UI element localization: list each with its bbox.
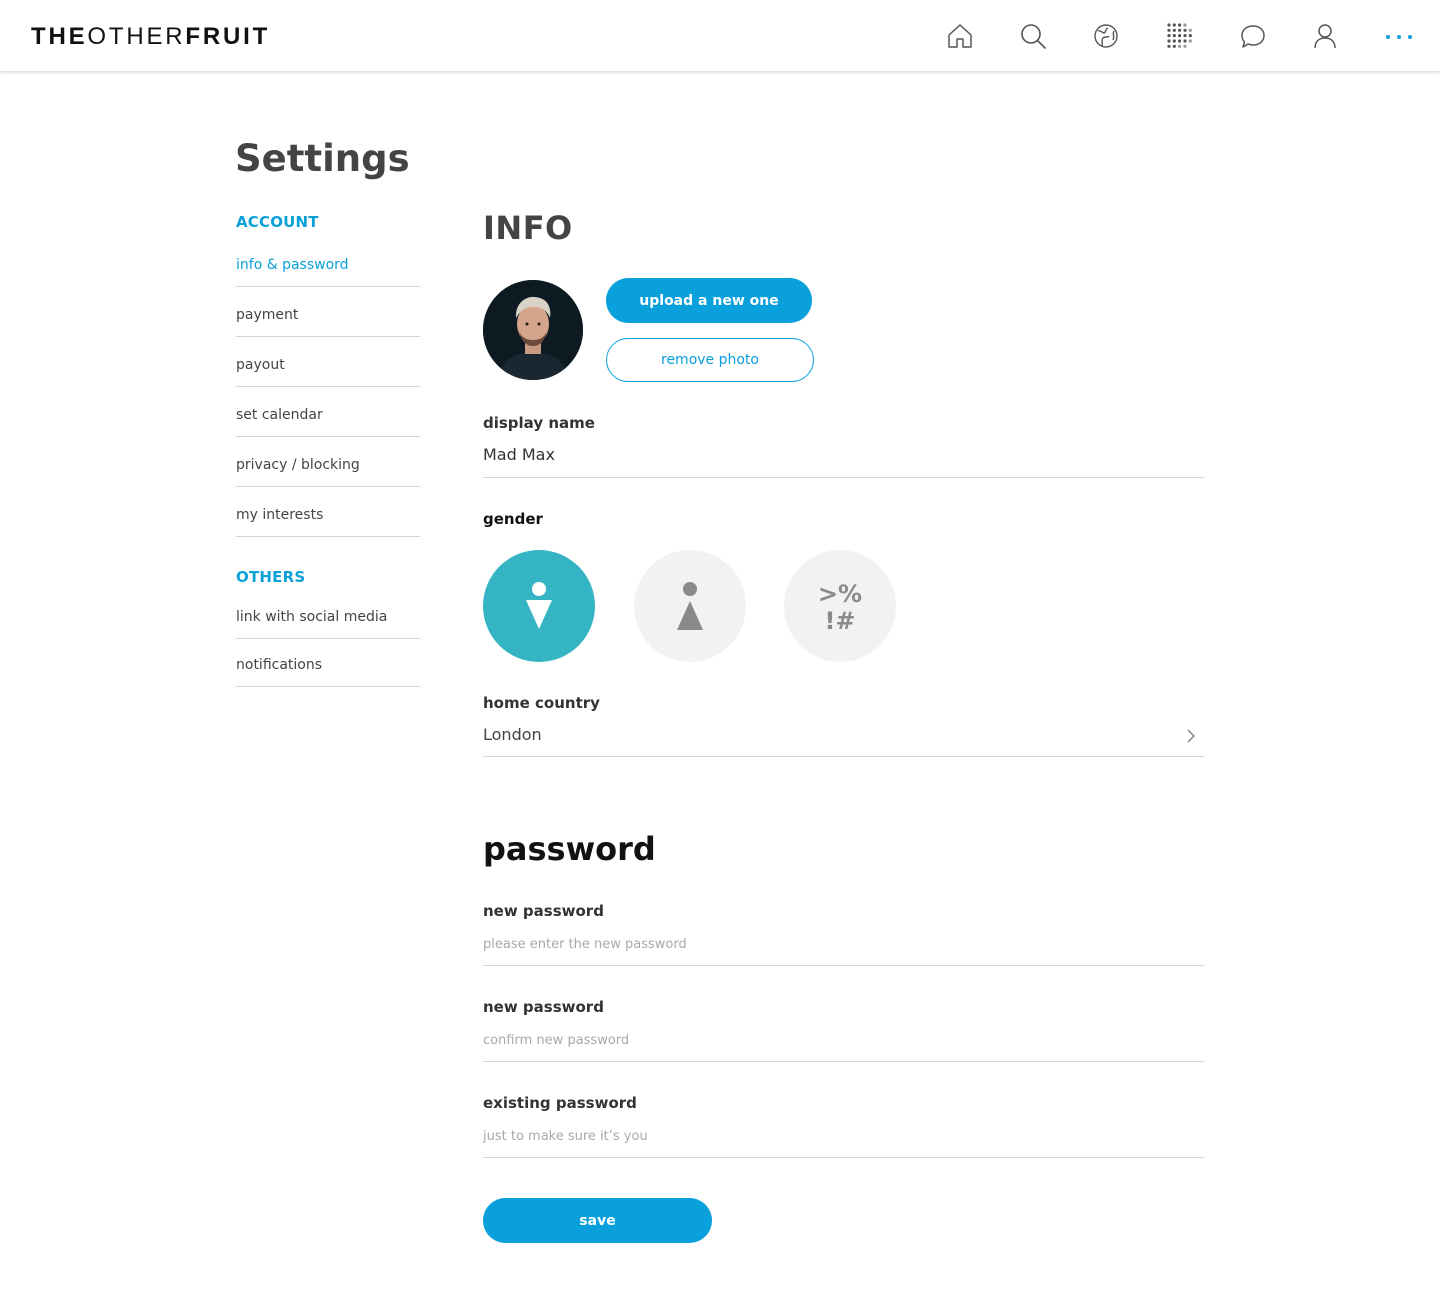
sidebar-item-link-social-media[interactable]: link with social media	[236, 607, 420, 639]
sidebar-item-my-interests[interactable]: my interests	[236, 505, 420, 537]
home-icon[interactable]	[946, 22, 974, 50]
divider	[483, 477, 1204, 478]
brand-logo[interactable]: THEOTHERFRUIT	[31, 23, 270, 51]
search-icon[interactable]	[1019, 22, 1047, 50]
home-country-value[interactable]: London	[483, 724, 542, 746]
logo-text-fruit: FRUIT	[185, 23, 271, 50]
remove-photo-button[interactable]: remove photo	[606, 338, 814, 382]
sidebar-heading-account: ACCOUNT	[236, 213, 319, 231]
sidebar-item-label: payment	[236, 307, 299, 323]
gender-option-other[interactable]: >% !#	[784, 550, 896, 662]
sidebar-item-info-password[interactable]: info & password	[236, 255, 420, 287]
sidebar-heading-others: OTHERS	[236, 568, 306, 586]
divider	[483, 965, 1204, 966]
profile-avatar	[483, 280, 583, 380]
sidebar-item-label: notifications	[236, 657, 323, 673]
display-name-label: display name	[483, 414, 595, 432]
confirm-password-field[interactable]	[483, 1028, 1204, 1052]
logo-text-other: OTHER	[87, 23, 186, 50]
divider	[483, 1061, 1204, 1062]
grid-dots-icon[interactable]	[1165, 22, 1193, 50]
gender-other-symbol-top: >%	[818, 580, 862, 608]
gender-other-symbol-bottom: !#	[824, 607, 855, 635]
globe-icon[interactable]	[1092, 22, 1120, 50]
logo-text-the: THE	[31, 23, 88, 50]
existing-password-field[interactable]	[483, 1124, 1204, 1148]
chevron-right-icon[interactable]	[1184, 727, 1198, 745]
sidebar-item-label: my interests	[236, 507, 324, 523]
sidebar-item-label: link with social media	[236, 609, 388, 625]
divider	[483, 1157, 1204, 1158]
divider	[483, 756, 1204, 757]
user-icon[interactable]	[1311, 22, 1339, 50]
existing-password-label: existing password	[483, 1094, 637, 1112]
sidebar-item-label: privacy / blocking	[236, 457, 360, 473]
gender-option-female[interactable]	[634, 550, 746, 662]
gender-option-male[interactable]	[483, 550, 595, 662]
info-heading: INFO	[483, 209, 573, 247]
more-icon[interactable]	[1385, 22, 1413, 50]
sidebar-item-label: info & password	[236, 257, 349, 273]
sidebar-item-label: set calendar	[236, 407, 323, 423]
gender-label: gender	[483, 510, 543, 528]
sidebar-item-payout[interactable]: payout	[236, 355, 420, 387]
save-button[interactable]: save	[483, 1198, 712, 1243]
top-navigation-bar: THEOTHERFRUIT	[0, 0, 1440, 72]
sidebar-item-set-calendar[interactable]: set calendar	[236, 405, 420, 437]
display-name-value[interactable]: Mad Max	[483, 444, 555, 466]
new-password-label: new password	[483, 902, 604, 920]
sidebar-item-label: payout	[236, 357, 285, 373]
sidebar-item-notifications[interactable]: notifications	[236, 655, 420, 687]
home-country-label: home country	[483, 694, 600, 712]
password-heading: password	[483, 830, 656, 868]
confirm-password-label: new password	[483, 998, 604, 1016]
chat-icon[interactable]	[1239, 22, 1267, 50]
sidebar-item-privacy-blocking[interactable]: privacy / blocking	[236, 455, 420, 487]
page-title: Settings	[235, 137, 410, 180]
upload-photo-button[interactable]: upload a new one	[606, 278, 812, 323]
sidebar-item-payment[interactable]: payment	[236, 305, 420, 337]
new-password-field[interactable]	[483, 932, 1204, 956]
